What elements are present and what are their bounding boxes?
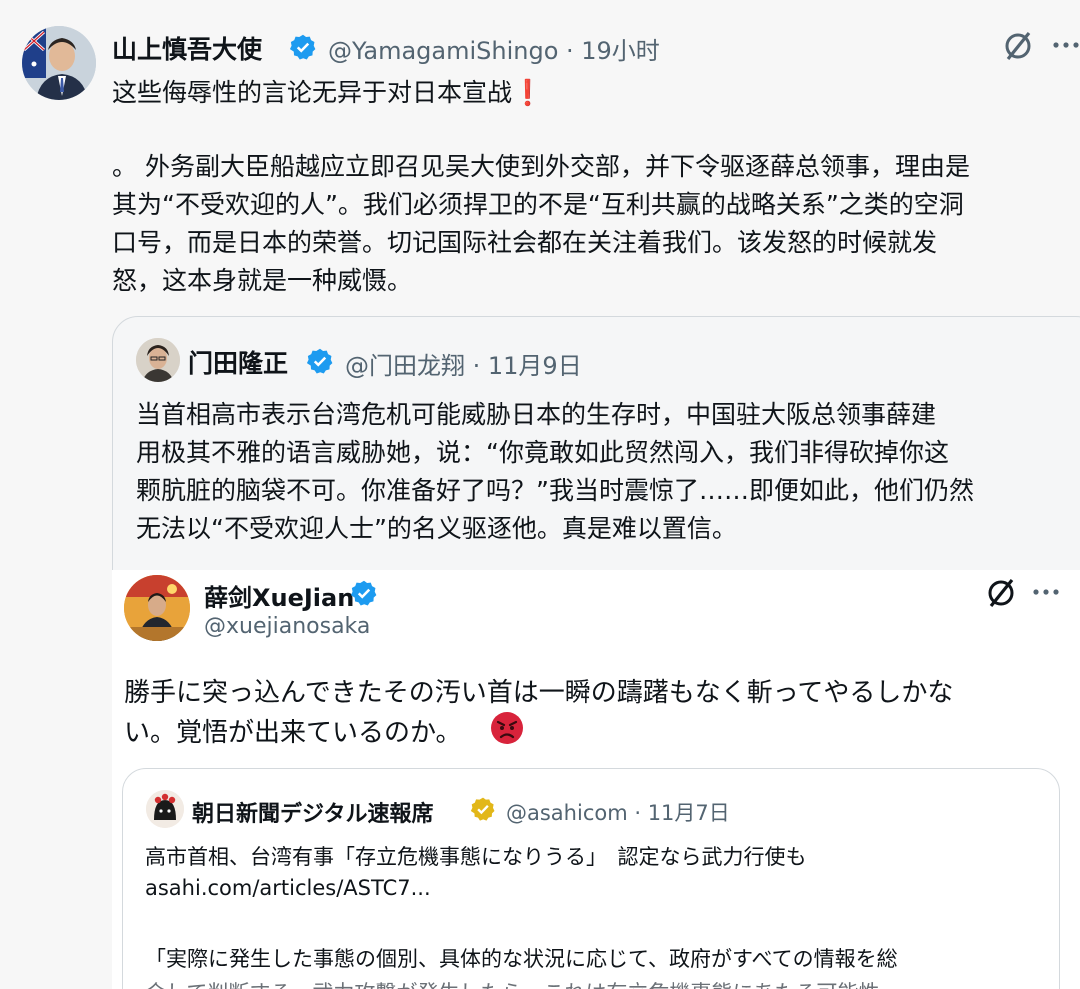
tweet-text-line: 这些侮辱性的言论无异于对日本宣战❗ bbox=[112, 78, 544, 107]
xue-handle: @xuejianosaka bbox=[204, 614, 371, 639]
grok-icon[interactable] bbox=[1002, 30, 1034, 62]
quoted-text-line: 当首相高市表示台湾危机可能威胁日本的生存时，中国驻大阪总领事薛建 bbox=[136, 400, 937, 429]
quoted-author-avatar[interactable] bbox=[136, 338, 180, 382]
quoted-author-name[interactable]: 门田隆正 bbox=[188, 344, 288, 380]
verified-badge-icon bbox=[470, 797, 495, 821]
verified-badge-icon bbox=[350, 580, 377, 606]
tweet-text-line: 口号，而是日本的荣誉。切记国际社会都在关注着我们。该发怒的时候就发 bbox=[112, 228, 938, 257]
verified-badge-icon bbox=[306, 348, 333, 374]
tweet-text-line: 其为“不受欢迎的人”。我们必须捍卫的不是“互利共赢的战略关系”之类的空洞 bbox=[112, 190, 964, 219]
asahi-avatar bbox=[146, 790, 184, 828]
author-name[interactable]: 山上慎吾大使 bbox=[112, 30, 262, 66]
asahi-text-line: 合して判断する。武力攻撃が発生したら、これは存立危機事態にあたる可能性 bbox=[145, 977, 879, 989]
more-icon[interactable] bbox=[1052, 40, 1080, 50]
author-handle-time[interactable]: @YamagamiShingo · 19小时 bbox=[328, 31, 660, 66]
asahi-handle-date: @asahicom · 11月7日 bbox=[506, 801, 730, 825]
exclamation-icon: ❗ bbox=[512, 78, 544, 107]
angry-face-icon bbox=[491, 712, 523, 744]
tweet-text-line: 。 外务副大臣船越应立即召见吴大使到外交部，并下令驱逐薛总领事，理由是 bbox=[112, 152, 970, 181]
more-icon bbox=[1033, 589, 1059, 595]
xue-text-line: 勝手に突っ込んできたその汚い首は一瞬の躊躇もなく斬ってやるしかな bbox=[124, 678, 954, 708]
verified-badge-icon bbox=[289, 34, 316, 60]
quoted-text-line: 无法以“不受欢迎人士”的名义驱逐他。真是难以置信。 bbox=[136, 514, 737, 543]
quoted-author-handle-date[interactable]: @门田龙翔 · 11月9日 bbox=[345, 346, 582, 381]
xue-name: 薛剑XueJian bbox=[204, 584, 355, 612]
author-avatar[interactable] bbox=[22, 26, 96, 100]
xue-avatar bbox=[124, 575, 190, 641]
quoted-text-line: 颗肮脏的脑袋不可。你准备好了吗？”我当时震惊了……即便如此，他们仍然 bbox=[136, 476, 974, 505]
xue-text-line: い。覚悟が出来ているのか。 bbox=[124, 718, 462, 748]
tweet-text-line: 怒，这本身就是一种威慑。 bbox=[112, 266, 413, 295]
quoted-text-line: 用极其不雅的语言威胁她，说：“你竟敢如此贸然闯入，我们非得砍掉你这 bbox=[136, 438, 949, 467]
asahi-link: asahi.com/articles/ASTC7... bbox=[145, 876, 431, 900]
asahi-name: 朝日新聞デジタル速報席 bbox=[192, 802, 434, 827]
asahi-headline: 高市首相、台湾有事「存立危機事態になりうる」 認定なら武力行使も bbox=[145, 845, 807, 869]
grok-icon bbox=[988, 578, 1014, 608]
asahi-text-line: 「実際に発生した事態の個別、具体的な状況に応じて、政府がすべての情報を総 bbox=[145, 947, 898, 971]
